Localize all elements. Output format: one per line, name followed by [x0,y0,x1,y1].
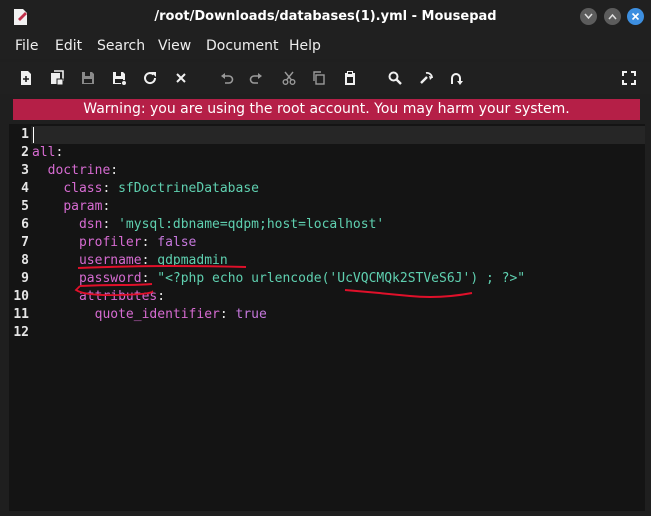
yaml-key: class [63,181,103,196]
find-replace-button[interactable] [417,69,435,87]
yaml-value-username: qdpmadmin [157,253,228,268]
yaml-value: 'mysql:dbname=qdpm;host=localhost' [118,217,385,232]
new-window-icon [51,70,64,86]
current-line-highlight [31,126,645,144]
save-as-button[interactable] [110,69,128,87]
line-number: 10 [13,289,29,304]
line-number: 8 [21,253,29,268]
code-line-10: attributes: [78,289,166,304]
copy-button[interactable] [310,69,328,87]
window-title: /root/Downloads/databases(1).yml - Mouse… [154,9,497,24]
goto-line-icon [451,73,463,85]
yaml-value: sfDoctrineDatabase [118,181,259,196]
yaml-value: true [235,307,267,322]
minimize-button[interactable] [580,8,597,25]
reload-icon [144,72,157,85]
root-warning-bar: Warning: you are using the root account.… [13,99,640,120]
code-line-6: dsn: 'mysql:dbname=qdpm;host=localhost' [78,217,385,232]
maximize-button[interactable] [604,8,621,25]
menu-bar: File Edit Search View Document Help [0,33,651,59]
yaml-key: all [32,145,56,160]
close-icon [176,73,186,83]
code-line-2: all: [32,145,64,160]
code-line-5: param: [63,199,111,214]
yaml-key-username: username [78,253,142,268]
yaml-key: doctrine [47,163,111,178]
fullscreen-icon [622,71,636,85]
line-number: 12 [13,325,29,340]
maximize-icon [608,13,617,20]
paste-icon [345,71,355,85]
yaml-key: profiler [78,235,142,250]
code-line-7: profiler: false [78,235,197,250]
close-document-button[interactable] [172,69,190,87]
yaml-key: quote_identifier [94,307,220,322]
code-line-4: class: sfDoctrineDatabase [63,181,259,196]
paste-button[interactable] [341,69,359,87]
line-number: 9 [21,271,29,286]
code-line-8: username: qdpmadmin [78,253,228,268]
line-number-gutter: 1 2 3 4 5 6 7 8 9 10 11 12 [9,124,31,511]
code-line-3: doctrine: [47,163,119,178]
find-button[interactable] [386,69,404,87]
undo-button[interactable] [218,69,236,87]
toolbar [0,62,651,94]
fullscreen-button[interactable] [620,69,638,87]
line-number: 7 [21,235,29,250]
menu-document[interactable]: Document [206,38,279,54]
yaml-value-password: "<?php echo urlencode('UcVQCMQk2STVeS6J'… [157,271,526,286]
find-icon [388,71,402,85]
menu-view[interactable]: View [158,38,191,54]
menu-search[interactable]: Search [97,38,145,54]
reload-button[interactable] [141,69,159,87]
yaml-value: false [157,235,197,250]
new-document-button[interactable] [17,69,35,87]
editor-area[interactable]: 1 2 3 4 5 6 7 8 9 10 11 12 all: doctrine… [9,124,645,511]
undo-icon [221,73,234,84]
new-window-button[interactable] [48,69,66,87]
code-line-9: password: "<?php echo urlencode('UcVQCMQ… [78,271,526,286]
redo-button[interactable] [247,69,265,87]
yaml-key: dsn [78,217,103,232]
yaml-key: param [63,199,103,214]
new-document-icon [21,71,31,85]
code-line-11: quote_identifier: true [94,307,267,322]
title-bar: /root/Downloads/databases(1).yml - Mouse… [0,0,651,33]
menu-edit[interactable]: Edit [55,38,82,54]
menu-help[interactable]: Help [289,38,321,54]
close-window-icon [631,12,640,21]
redo-icon [249,73,262,84]
line-number: 1 [21,127,29,142]
yaml-key-password: password [78,271,142,286]
save-as-icon [113,72,127,86]
close-window-button[interactable] [627,8,644,25]
line-number: 3 [21,163,29,178]
yaml-key: attributes [78,289,158,304]
text-cursor [33,127,34,143]
menu-file[interactable]: File [15,38,38,54]
cut-button[interactable] [280,69,298,87]
goto-line-button[interactable] [447,69,465,87]
line-number: 2 [21,145,29,160]
minimize-icon [584,13,593,20]
line-number: 6 [21,217,29,232]
line-number: 4 [21,181,29,196]
save-button[interactable] [79,69,97,87]
save-icon [82,72,94,84]
line-number: 5 [21,199,29,214]
cut-icon [282,71,296,85]
copy-icon [313,71,325,85]
find-replace-icon [420,72,433,84]
line-number: 11 [13,307,29,322]
